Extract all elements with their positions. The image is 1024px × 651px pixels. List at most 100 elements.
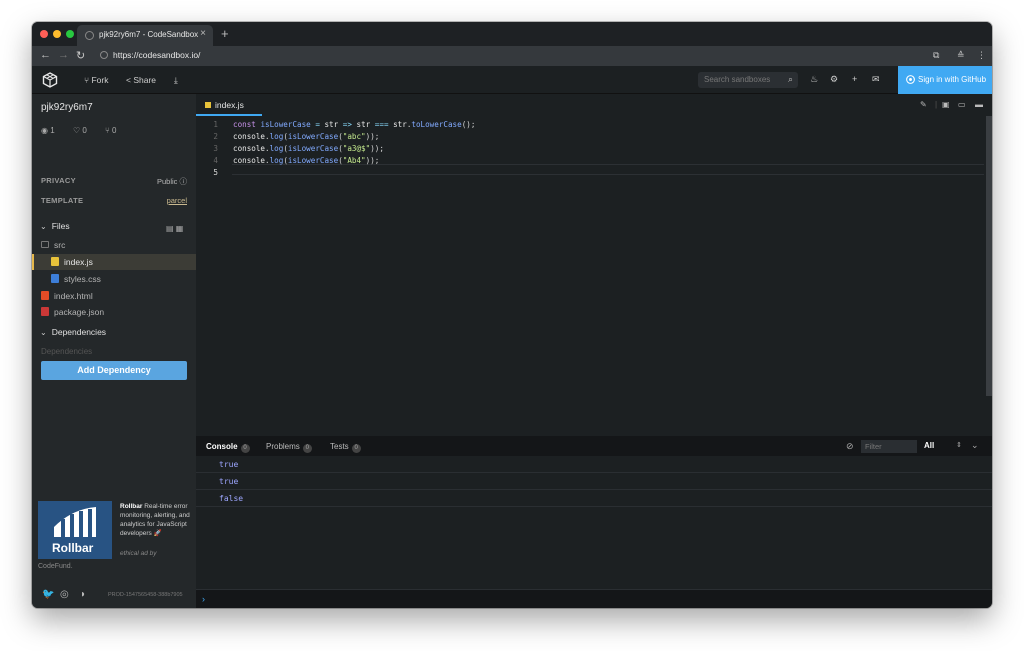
code-method: log	[269, 144, 284, 153]
gear-icon[interactable]: ⚙	[830, 74, 838, 85]
code-method: log	[269, 156, 284, 165]
code-line: console.log(isLowerCase("Ab4"));	[233, 156, 380, 165]
toolbar-divider: |	[935, 100, 938, 109]
download-icon[interactable]: ⤓	[174, 75, 178, 86]
ad-image-text: Rollbar	[52, 541, 94, 555]
search-input[interactable]: Search sandboxes	[704, 75, 770, 84]
browser-menu-icon[interactable]: ⋮	[977, 50, 986, 61]
twitter-icon[interactable]: 🐦	[42, 589, 54, 600]
like-count[interactable]: ♡ 0	[73, 126, 87, 135]
console-log-row: true	[196, 473, 992, 490]
code-string: "abc"	[342, 132, 366, 141]
console-log-value: true	[219, 477, 239, 486]
line-number: 2	[213, 132, 218, 141]
rocket-icon: 🚀	[153, 530, 162, 537]
file-item-index-html[interactable]: index.html	[32, 288, 196, 304]
code-string: "a3@$"	[342, 144, 371, 153]
browser-tab-title: pjk92ry6m7 - CodeSandbox	[99, 30, 199, 39]
fork-button[interactable]: ⑂ Fork	[84, 75, 108, 85]
console-input[interactable]: ›	[196, 589, 992, 608]
console-log-value: true	[219, 460, 239, 469]
translate-icon[interactable]: ⧉	[933, 50, 939, 61]
share-button[interactable]: < Share	[126, 75, 156, 85]
code-method: log	[269, 132, 284, 141]
url-field[interactable]: https://codesandbox.io/	[113, 50, 200, 60]
code-object: console	[233, 156, 266, 165]
close-window-button[interactable]	[40, 30, 48, 38]
terminal-icon[interactable]: ▭	[958, 100, 966, 109]
console-layout-icon[interactable]: ▬	[975, 100, 983, 109]
fork-icon: ⑂	[105, 126, 113, 135]
sign-in-github-button[interactable]: Sign in with GitHub	[898, 66, 992, 94]
code-param: str	[356, 120, 371, 129]
minimize-window-button[interactable]	[53, 30, 61, 38]
chevron-down-icon[interactable]: ⌄	[971, 440, 979, 451]
code-operator: ===	[374, 120, 389, 129]
files-section-toggle[interactable]: ⌄ Files	[40, 221, 70, 231]
search-icon: ⌕	[787, 74, 793, 84]
editor-scroll-thumb[interactable]	[986, 116, 992, 396]
search-box[interactable]: Search sandboxes ⌕	[698, 72, 798, 88]
log-level-select[interactable]: All ⇕	[924, 441, 962, 450]
editor-scrollbar[interactable]	[986, 116, 992, 436]
help-icon[interactable]: ⓘ	[180, 177, 188, 186]
editor-tab-index-js[interactable]: index.js	[196, 94, 262, 116]
sidebar: pjk92ry6m7 ◉ 1 ♡ 0 ⑂ 0 PRIVACY Public ⓘ …	[32, 94, 196, 608]
close-tab-icon[interactable]: ×	[200, 28, 206, 39]
code-string: "Ab4"	[342, 156, 366, 165]
dependencies-section-toggle[interactable]: ⌄ Dependencies	[40, 327, 106, 337]
sponsored-ad[interactable]: Rollbar Rollbar Real-time error monitori…	[38, 501, 193, 576]
plus-icon[interactable]: +	[852, 74, 857, 84]
view-count: ◉ 1	[41, 126, 55, 135]
maximize-window-button[interactable]	[66, 30, 74, 38]
console-filter-input[interactable]	[861, 440, 917, 453]
template-link[interactable]: parcel	[167, 196, 187, 205]
site-info-icon[interactable]	[100, 51, 108, 59]
line-number: 1	[213, 120, 218, 129]
file-item-index-js[interactable]: index.js	[32, 254, 196, 270]
fire-icon[interactable]: ♨	[810, 74, 818, 85]
codefund-link[interactable]: CodeFund.	[38, 563, 73, 570]
add-dependency-button[interactable]: Add Dependency	[41, 361, 187, 380]
preview-icon[interactable]: ▣	[942, 100, 950, 109]
eye-icon: ◉	[41, 126, 51, 135]
new-tab-button[interactable]: +	[221, 26, 229, 41]
extension-icon[interactable]: ≙	[957, 50, 965, 61]
code-object: console	[233, 132, 266, 141]
tab-console[interactable]: Console 0	[206, 442, 250, 453]
select-arrow-icon: ⇕	[956, 442, 962, 449]
browser-tab[interactable]: pjk92ry6m7 - CodeSandbox ×	[77, 25, 213, 46]
back-arrow-icon[interactable]: ←	[40, 49, 51, 61]
github-icon[interactable]: ◎	[60, 589, 69, 600]
code-object: console	[233, 144, 266, 153]
privacy-label: PRIVACY	[41, 176, 76, 185]
code-line: console.log(isLowerCase("a3@$"));	[233, 144, 384, 153]
reload-icon[interactable]: ↻	[76, 49, 85, 62]
tab-problems[interactable]: Problems 0	[266, 442, 312, 453]
clear-console-icon[interactable]: ⊘	[846, 441, 854, 452]
tab-tests[interactable]: Tests 0	[330, 442, 361, 453]
prettify-icon[interactable]: ✎	[920, 100, 927, 109]
chat-icon[interactable]: ✉	[872, 74, 880, 85]
code-function-name: isLowerCase	[260, 120, 311, 129]
codesandbox-logo-icon[interactable]	[42, 72, 58, 88]
spectrum-icon[interactable]: ◗	[80, 589, 86, 600]
ad-ethical-label: ethical ad by	[120, 550, 157, 557]
file-item-styles-css[interactable]: styles.css	[32, 271, 196, 287]
code-function-call: isLowerCase	[287, 132, 339, 141]
line-number: 5	[213, 168, 218, 177]
code-editor[interactable]: 1 2 3 4 5 const isLowerCase = str => str…	[196, 116, 986, 436]
file-item-package-json[interactable]: package.json	[32, 304, 196, 320]
code-keyword: const	[233, 120, 256, 129]
rollbar-ad-image[interactable]: Rollbar	[38, 501, 112, 559]
new-file-icon[interactable]: ▤	[166, 224, 174, 233]
browser-tab-strip: pjk92ry6m7 - CodeSandbox × +	[32, 22, 992, 46]
line-number: 4	[213, 156, 218, 165]
forward-arrow-icon[interactable]: →	[58, 49, 69, 61]
problems-count-badge: 0	[302, 444, 312, 453]
file-item-src[interactable]: src	[32, 237, 196, 253]
new-folder-icon[interactable]: ▦	[176, 224, 184, 233]
code-operator: =	[315, 120, 320, 129]
current-line-highlight	[232, 164, 984, 175]
address-bar: ← → ↻ https://codesandbox.io/ ⧉ ≙ ⋮	[32, 46, 992, 66]
